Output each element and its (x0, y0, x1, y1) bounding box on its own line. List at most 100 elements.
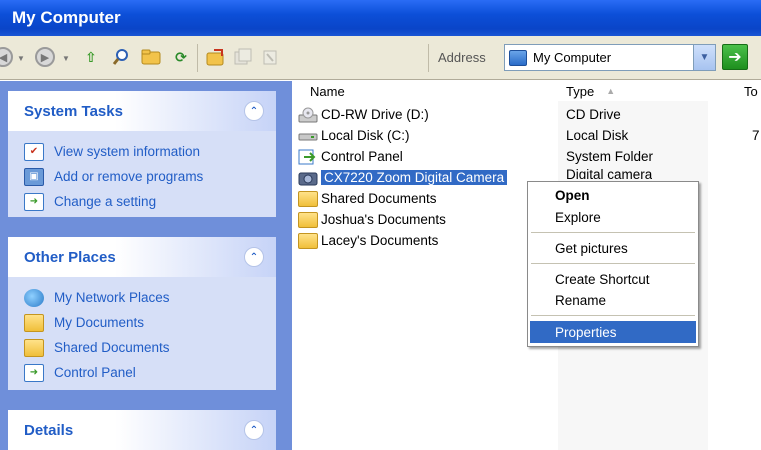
menu-item-rename[interactable]: Rename (530, 289, 696, 311)
context-menu: Open Explore Get pictures Create Shortcu… (527, 181, 699, 347)
other-places-title: Other Places (24, 248, 116, 266)
menu-item-create-shortcut[interactable]: Create Shortcut (530, 268, 696, 290)
my-documents-icon (24, 313, 44, 332)
menu-separator (531, 315, 695, 316)
control-panel-icon: ➜ (24, 363, 44, 382)
place-label: My Network Places (54, 290, 170, 305)
up-icon[interactable]: ⇧ (80, 46, 102, 68)
file-name: CX7220 Zoom Digital Camera (321, 170, 508, 185)
folder-icon (298, 190, 318, 207)
sort-ascending-icon: ▲ (606, 86, 616, 96)
menu-item-explore[interactable]: Explore (530, 206, 696, 228)
list-item[interactable]: Shared Documents (298, 188, 437, 209)
forward-dropdown-icon[interactable]: ▼ (62, 54, 70, 63)
task-label: Change a setting (54, 194, 157, 209)
shared-folder-icon (24, 338, 44, 357)
list-item[interactable]: Local Disk (C:) (298, 125, 410, 146)
details-title: Details (24, 421, 74, 439)
cd-drive-icon (298, 107, 318, 122)
control-panel-icon (298, 149, 316, 164)
network-places-icon (24, 288, 44, 307)
collapse-icon[interactable]: ⌃ (244, 101, 264, 121)
place-control-panel[interactable]: ➜ Control Panel (24, 360, 262, 385)
back-icon[interactable]: ◀ (0, 46, 14, 68)
other-places-header[interactable]: Other Places ⌃ (8, 237, 276, 277)
folder-icon (298, 232, 318, 249)
column-label: Type (566, 83, 595, 99)
collapse-icon[interactable]: ⌃ (244, 247, 264, 267)
file-total-size: 7 (752, 128, 760, 143)
details-panel: Details ⌃ (8, 410, 276, 450)
task-change-setting[interactable]: ➜ Change a setting (24, 189, 262, 214)
window-title: My Computer (12, 8, 121, 27)
place-label: Shared Documents (54, 340, 170, 355)
folder-icon (298, 211, 318, 228)
hard-disk-icon (298, 133, 318, 140)
search-icon[interactable] (110, 46, 132, 68)
address-label: Address (438, 50, 486, 65)
column-label: Name (310, 83, 345, 99)
copy-to-icon[interactable] (232, 46, 254, 68)
menu-item-label: Rename (555, 292, 607, 308)
menu-item-label: Open (555, 187, 590, 203)
toolbar-separator (197, 44, 198, 72)
menu-item-get-pictures[interactable]: Get pictures (530, 237, 696, 259)
list-item[interactable]: Control Panel (298, 146, 403, 167)
file-name: CD-RW Drive (D:) (321, 107, 429, 122)
file-name: Shared Documents (321, 191, 437, 206)
move-to-icon[interactable] (205, 46, 227, 68)
column-label: To (744, 83, 758, 99)
go-arrow-icon: ➔ (728, 49, 742, 66)
menu-separator (531, 263, 695, 264)
place-shared-documents[interactable]: Shared Documents (24, 335, 262, 360)
task-label: Add or remove programs (54, 169, 204, 184)
column-header-name[interactable]: Name (310, 81, 345, 101)
details-header[interactable]: Details ⌃ (8, 410, 276, 450)
menu-item-label: Create Shortcut (555, 271, 650, 287)
task-view-system-info[interactable]: ✔ View system information (24, 139, 262, 164)
address-dropdown-button[interactable]: ▼ (693, 45, 715, 70)
task-pane: System Tasks ⌃ ✔ View system information… (0, 81, 292, 450)
title-bar[interactable]: My Computer (0, 0, 761, 36)
system-tasks-panel: System Tasks ⌃ ✔ View system information… (8, 91, 276, 217)
refresh-icon[interactable]: ⟳ (170, 46, 192, 68)
delete-icon[interactable] (260, 46, 282, 68)
system-tasks-header[interactable]: System Tasks ⌃ (8, 91, 276, 131)
camera-icon (298, 172, 318, 185)
add-remove-icon: ▣ (24, 167, 44, 186)
place-my-network-places[interactable]: My Network Places (24, 285, 262, 310)
go-button[interactable]: ➔ (722, 44, 748, 70)
file-name: Control Panel (321, 149, 403, 164)
column-header-total[interactable]: To (744, 81, 758, 101)
file-type: CD Drive (566, 107, 621, 122)
list-item[interactable]: CD-RW Drive (D:) (298, 104, 429, 125)
file-type: Digital camera (566, 167, 653, 179)
menu-item-label: Properties (555, 324, 617, 340)
chevron-down-icon: ▼ (699, 52, 710, 63)
column-header-type[interactable]: Type ▲ (566, 81, 615, 101)
toolbar: ◀ ▼ ▶ ▼ ⇧ ⟳ Address My Computer ▼ ➔ (0, 36, 761, 80)
system-info-icon: ✔ (24, 142, 44, 161)
system-tasks-title: System Tasks (24, 102, 123, 120)
menu-item-properties[interactable]: Properties (530, 321, 696, 343)
address-bar[interactable]: My Computer ▼ (504, 44, 716, 71)
file-name: Lacey's Documents (321, 233, 439, 248)
task-label: View system information (54, 144, 201, 159)
other-places-panel: Other Places ⌃ My Network Places My Docu… (8, 237, 276, 390)
menu-item-label: Explore (555, 209, 601, 225)
collapse-icon[interactable]: ⌃ (244, 420, 264, 440)
file-type: System Folder (566, 149, 654, 164)
list-item[interactable]: Joshua's Documents (298, 209, 446, 230)
list-item-selected[interactable]: CX7220 Zoom Digital Camera (298, 167, 508, 188)
back-dropdown-icon[interactable]: ▼ (17, 54, 25, 63)
place-my-documents[interactable]: My Documents (24, 310, 262, 335)
folders-icon[interactable] (140, 46, 162, 68)
list-item[interactable]: Lacey's Documents (298, 230, 438, 251)
task-add-remove-programs[interactable]: ▣ Add or remove programs (24, 164, 262, 189)
file-name: Local Disk (C:) (321, 128, 410, 143)
forward-icon[interactable]: ▶ (34, 46, 56, 68)
file-type: Local Disk (566, 128, 629, 143)
my-computer-icon (509, 49, 527, 66)
control-panel-icon: ➜ (24, 192, 44, 211)
menu-item-open[interactable]: Open (530, 184, 696, 206)
